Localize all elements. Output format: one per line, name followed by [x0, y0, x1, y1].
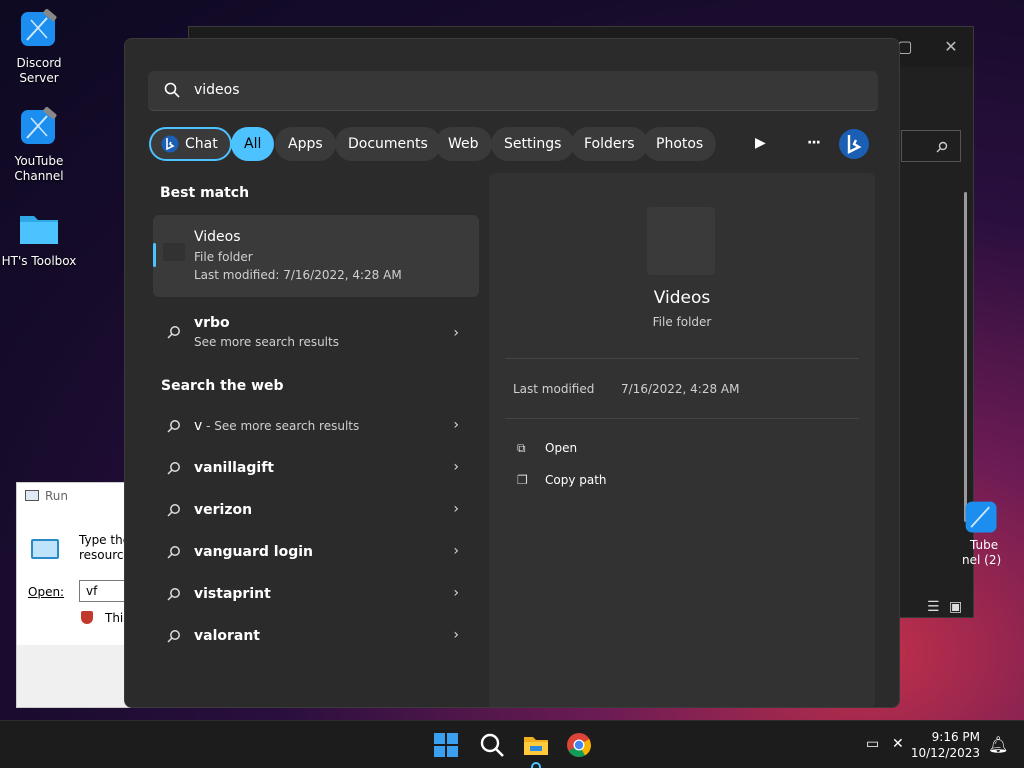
shield-icon [81, 611, 93, 624]
open-external-icon: ⧉ [517, 441, 526, 455]
preview-pane: Videos File folder Last modified 7/16/20… [489, 173, 875, 707]
chevron-right-icon: › [453, 543, 459, 559]
search-icon [167, 630, 180, 643]
details-view-icon[interactable]: ☰ [927, 599, 940, 615]
run-button-area [17, 645, 133, 707]
web-result-verizon[interactable]: verizon › [153, 491, 479, 531]
search-icon [167, 462, 180, 475]
chip-photos[interactable]: Photos [643, 127, 717, 161]
divider [505, 358, 859, 359]
volume-muted-icon[interactable]: ✕ [892, 736, 904, 752]
chevron-right-icon: › [453, 501, 459, 517]
chrome-icon[interactable] [565, 731, 593, 759]
chip-apps[interactable]: Apps [275, 127, 336, 161]
run-app-icon [25, 490, 39, 501]
explorer-scrollbar[interactable] [964, 192, 967, 522]
run-titlebar: Run [17, 483, 133, 511]
search-icon [167, 504, 180, 517]
web-result-vanillagift[interactable]: vanillagift › [153, 449, 479, 489]
search-icon [167, 326, 180, 339]
result-vrbo[interactable]: vrbo See more search results › [153, 311, 479, 361]
clock-date: 10/12/2023 [910, 746, 980, 760]
bing-chat-button-icon[interactable] [838, 128, 870, 160]
open-action[interactable]: ⧉ Open [517, 441, 577, 456]
close-icon[interactable]: ✕ [939, 35, 963, 59]
taskbar: ▭ ✕ 9:16 PM 10/12/2023 🔔︎ [0, 720, 1024, 768]
folder-icon [163, 243, 185, 261]
chip-settings[interactable]: Settings [491, 127, 575, 161]
copy-icon: ❐ [517, 473, 528, 487]
chip-folders[interactable]: Folders [571, 127, 648, 161]
chevron-right-icon: › [453, 325, 459, 341]
chevron-right-icon: › [453, 585, 459, 601]
modified-value: 7/16/2022, 4:28 AM [621, 382, 740, 396]
preview-type: File folder [652, 315, 712, 329]
notifications-icon[interactable]: 🔔︎ [988, 735, 1008, 754]
chevron-right-icon: › [453, 627, 459, 643]
search-query: videos [194, 82, 240, 98]
chevron-right-icon: › [453, 459, 459, 475]
run-title: Run [45, 489, 69, 503]
search-panel[interactable]: videos Chat All Apps Documents Web Setti… [124, 38, 900, 708]
best-match-heading: Best match [160, 185, 250, 201]
more-options-icon[interactable]: ··· [807, 135, 821, 151]
tiles-view-icon[interactable]: ▣ [949, 599, 962, 615]
play-more-filters-icon[interactable]: ▶ [755, 135, 766, 151]
search-icon [167, 546, 180, 559]
search-icon [936, 141, 948, 153]
file-explorer-icon[interactable] [522, 731, 550, 759]
desktop-icon-discord-server[interactable]: Discord Server [0, 8, 78, 86]
open-label: Open: [28, 585, 65, 599]
preview-title: Videos [653, 288, 711, 308]
selection-indicator [153, 243, 156, 267]
modified-label: Last modified [513, 382, 595, 396]
run-icon [31, 539, 59, 559]
search-icon [167, 420, 180, 433]
search-input[interactable]: videos [148, 71, 878, 111]
folder-thumbnail [647, 207, 715, 275]
xcode-hammer-icon [21, 9, 57, 46]
bing-icon [161, 135, 179, 153]
search-icon[interactable] [478, 731, 506, 759]
divider [505, 418, 859, 419]
chevron-right-icon: › [453, 417, 459, 433]
explorer-search-box[interactable] [901, 130, 961, 162]
search-icon [167, 588, 180, 601]
search-icon [164, 82, 180, 98]
chip-all[interactable]: All [231, 127, 275, 161]
clock-time: 9:16 PM [931, 730, 980, 744]
run-dialog[interactable]: Run Type the resource Open: vf This [16, 482, 139, 708]
chip-documents[interactable]: Documents [335, 127, 441, 161]
web-result-vistaprint[interactable]: vistaprint › [153, 575, 479, 615]
best-match-videos[interactable]: Videos File folder Last modified: 7/16/2… [153, 215, 479, 297]
copy-path-action[interactable]: ❐ Copy path [517, 473, 607, 487]
web-result-valorant[interactable]: valorant › [153, 617, 479, 657]
xcode-hammer-icon [21, 107, 57, 144]
search-web-heading: Search the web [161, 378, 284, 394]
active-app-indicator [531, 762, 541, 768]
desktop-icon-youtube-channel[interactable]: YouTube Channel [0, 106, 78, 184]
xcode-hammer-icon [965, 501, 997, 533]
desktop-icon-youtube-channel-2[interactable]: Tube nel (2) [962, 498, 1022, 568]
desktop-icon-hts-toolbox[interactable]: HT's Toolbox [0, 206, 78, 269]
folder-icon [20, 216, 58, 244]
web-result-vanguard-login[interactable]: vanguard login › [153, 533, 479, 573]
chip-chat[interactable]: Chat [149, 127, 232, 161]
clock[interactable]: 9:16 PM 10/12/2023 [911, 729, 980, 761]
start-windows-icon[interactable] [432, 731, 460, 759]
web-result-v[interactable]: v - See more search results › [153, 407, 479, 447]
network-icon[interactable]: ▭ [866, 736, 879, 752]
chip-web[interactable]: Web [435, 127, 492, 161]
